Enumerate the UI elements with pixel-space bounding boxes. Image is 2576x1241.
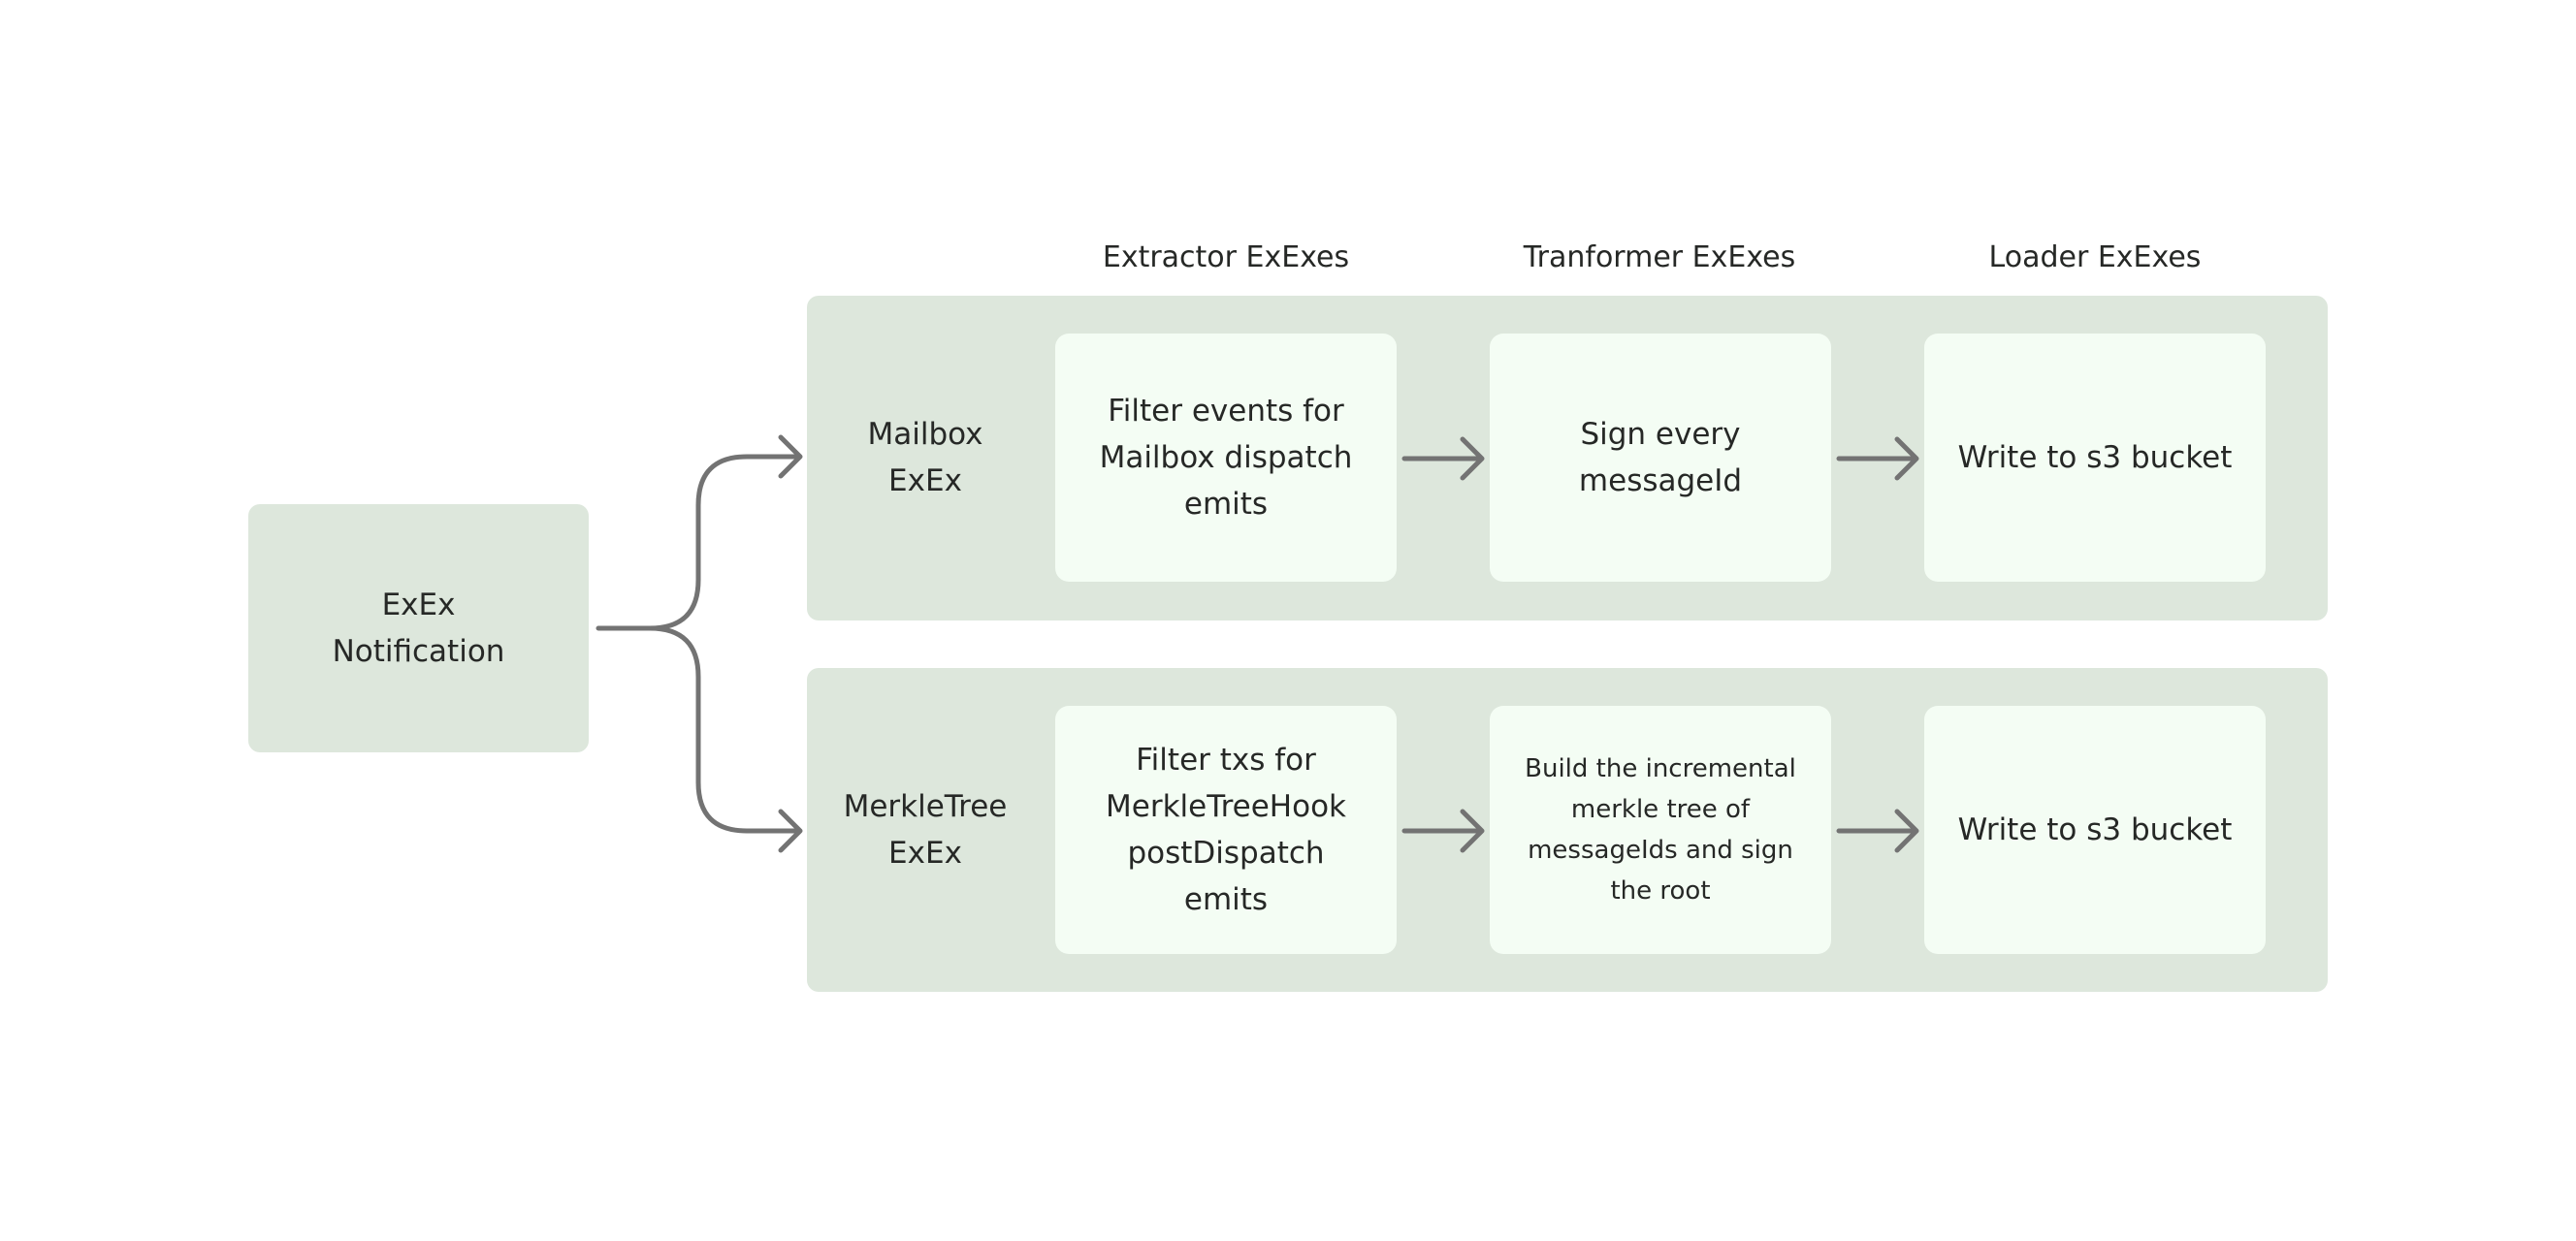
arrow-right-icon bbox=[1836, 436, 1919, 481]
arrow-right-icon bbox=[1401, 436, 1485, 481]
branch-arrow-icon bbox=[596, 434, 803, 631]
branch-arrow-icon bbox=[647, 625, 803, 853]
arrow-right-icon bbox=[1836, 809, 1919, 853]
arrow-right-icon bbox=[1401, 809, 1485, 853]
